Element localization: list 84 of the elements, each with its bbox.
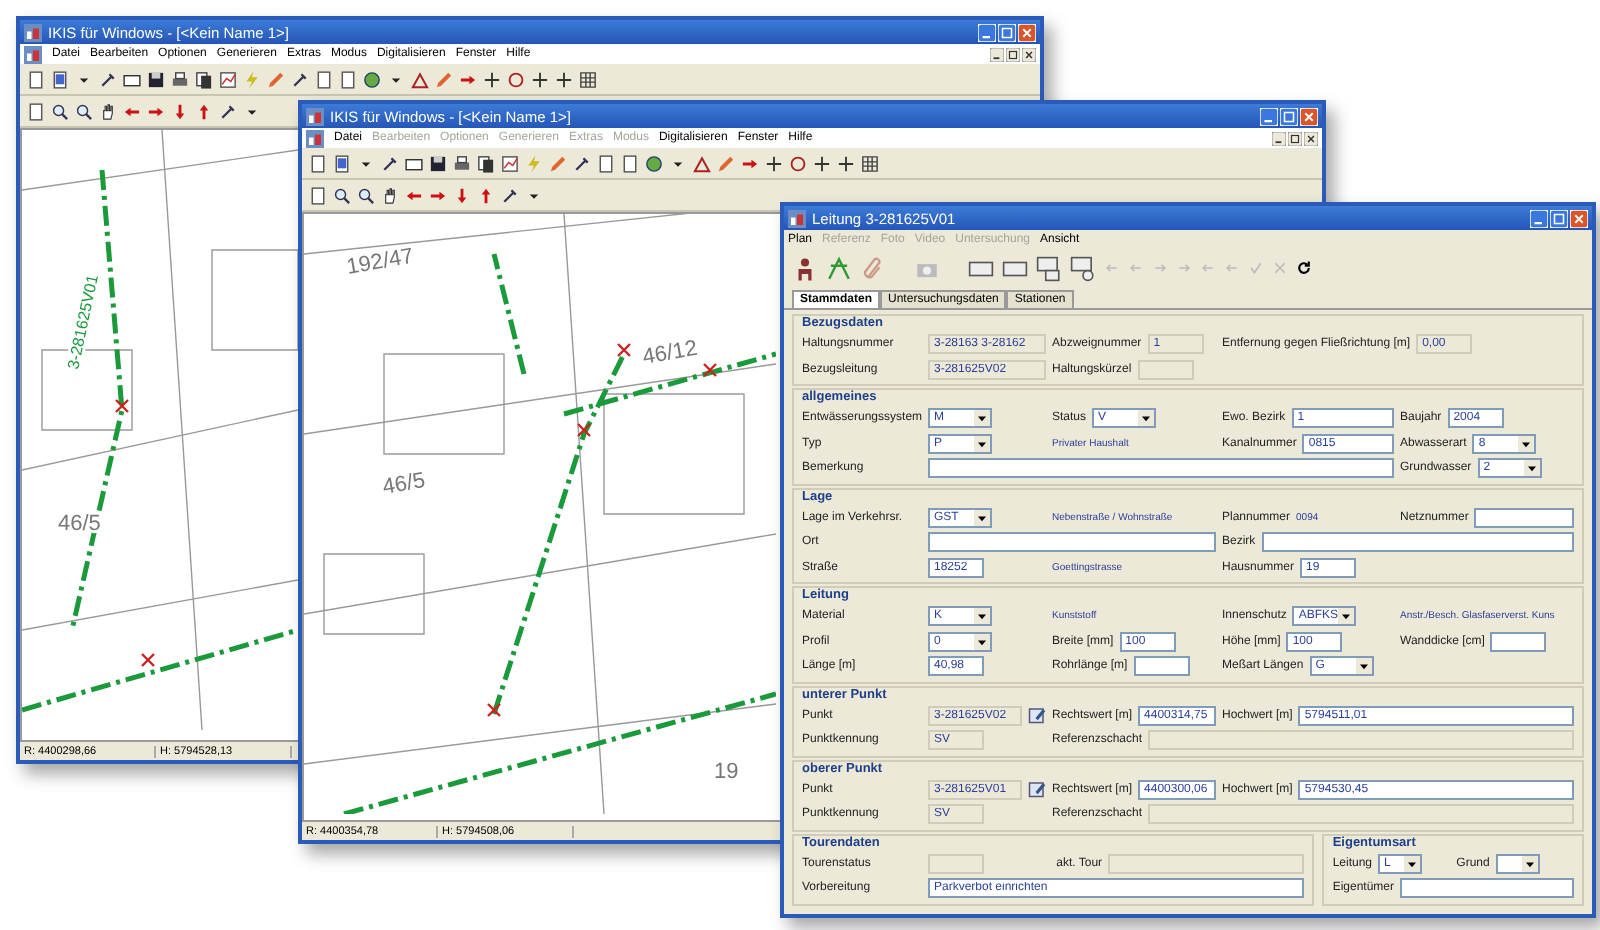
text-field[interactable] (928, 853, 984, 874)
map-label: 46/12 (640, 336, 700, 370)
crosshair-icon[interactable] (530, 69, 550, 89)
printer-icon[interactable] (452, 153, 472, 173)
text-field[interactable] (1148, 804, 1574, 825)
text-field[interactable] (1133, 656, 1190, 677)
close-icon[interactable] (1022, 47, 1036, 61)
app-icon[interactable] (24, 45, 42, 63)
refresh-icon[interactable] (1296, 260, 1312, 276)
maximize-icon[interactable] (1006, 47, 1020, 61)
app-icon[interactable] (24, 23, 42, 41)
pen-icon[interactable] (434, 69, 454, 89)
paperclip-icon[interactable] (860, 255, 886, 281)
arrow-down-icon[interactable] (170, 101, 190, 121)
pen-icon[interactable] (716, 153, 736, 173)
tool-icon[interactable] (572, 153, 592, 173)
app-icon[interactable] (306, 129, 324, 147)
text-field[interactable] (1490, 631, 1547, 652)
tool-icon[interactable] (380, 153, 400, 173)
text-field[interactable] (1474, 507, 1574, 528)
caret-icon[interactable] (1338, 608, 1355, 625)
caret-icon[interactable] (974, 633, 990, 650)
zoom-icon[interactable] (356, 185, 376, 205)
hand-icon[interactable] (380, 185, 400, 205)
crosshair-icon[interactable] (764, 153, 784, 173)
map-label: 19 (714, 760, 739, 784)
minimize-icon[interactable] (990, 47, 1004, 61)
text-field[interactable] (1137, 359, 1194, 380)
caret-icon[interactable] (1523, 460, 1540, 477)
circle-icon[interactable] (788, 153, 808, 173)
map-label: 46/5 (380, 468, 428, 500)
caret-icon[interactable] (1138, 410, 1155, 427)
crosshair-icon[interactable] (812, 153, 832, 173)
tool-icon[interactable] (98, 69, 118, 89)
copy-icon[interactable] (476, 153, 496, 173)
caret-icon[interactable] (974, 509, 990, 526)
tool-icon[interactable] (500, 185, 520, 205)
caret-icon[interactable] (1521, 855, 1538, 872)
check-icon[interactable] (1248, 260, 1264, 276)
chart-icon[interactable] (218, 69, 238, 89)
crosshair-icon[interactable] (482, 69, 502, 89)
text-field[interactable] (928, 532, 1216, 553)
zoom-icon[interactable] (50, 101, 70, 121)
dropdown[interactable] (1495, 853, 1540, 874)
minimize-icon[interactable] (1272, 131, 1286, 145)
text-field[interactable] (1400, 878, 1574, 899)
text-field[interactable] (928, 458, 1394, 479)
edit-icon[interactable] (1028, 706, 1046, 725)
copy-icon[interactable] (194, 69, 214, 89)
app-icon[interactable] (306, 107, 324, 125)
save-icon[interactable] (428, 153, 448, 173)
text-field[interactable] (1108, 853, 1305, 874)
tool-icon[interactable] (218, 101, 238, 121)
windows-icon[interactable] (1036, 255, 1062, 281)
caret-icon[interactable] (974, 410, 990, 427)
hand-icon[interactable] (98, 101, 118, 121)
zoom-icon[interactable] (74, 101, 94, 121)
crosshair-icon[interactable] (836, 153, 856, 173)
caret-icon[interactable] (1404, 855, 1421, 872)
chart-icon[interactable] (500, 153, 520, 173)
app-icon[interactable] (788, 209, 806, 227)
crosshair-icon[interactable] (554, 69, 574, 89)
arrow-up-icon[interactable] (476, 185, 496, 205)
text-field[interactable] (1261, 532, 1574, 553)
zoom-icon[interactable] (332, 185, 352, 205)
caret-icon[interactable] (1355, 658, 1372, 675)
text-field[interactable] (1148, 730, 1574, 751)
grid-icon[interactable] (860, 153, 880, 173)
maximize-icon[interactable] (1288, 131, 1302, 145)
printer-icon[interactable] (170, 69, 190, 89)
windows-icon[interactable] (1070, 255, 1096, 281)
arrow-down-icon[interactable] (452, 185, 472, 205)
circle-icon[interactable] (506, 69, 526, 89)
edit-icon[interactable] (1028, 780, 1046, 799)
map-label: 192/47 (344, 244, 416, 280)
caret-icon[interactable] (1518, 435, 1535, 452)
caret-icon[interactable] (974, 435, 990, 452)
arrow-up-icon[interactable] (194, 101, 214, 121)
save-icon[interactable] (146, 69, 166, 89)
grid-icon[interactable] (578, 69, 598, 89)
caret-icon[interactable] (974, 608, 990, 625)
tool-icon[interactable] (290, 69, 310, 89)
close-icon[interactable] (1304, 131, 1318, 145)
map-label: 46/5 (58, 512, 101, 536)
